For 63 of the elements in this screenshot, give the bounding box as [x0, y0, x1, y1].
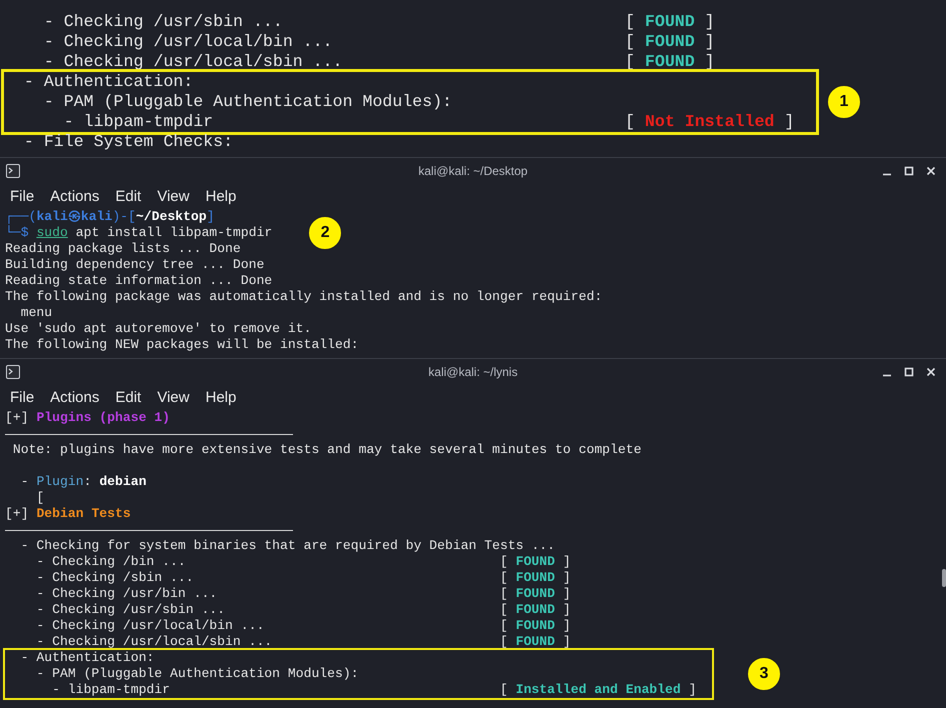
terminal-line: menu: [20, 305, 52, 321]
menu-item[interactable]: Actions: [42, 186, 108, 208]
terminal-line: - Checking /usr/local/sbin ...: [42, 52, 344, 72]
status-text: [ FOUND ]: [500, 634, 571, 650]
status-text: [ Not Installed ]: [625, 112, 794, 132]
close-icon[interactable]: [926, 367, 936, 377]
terminal-line: - Checking /usr/bin ...: [35, 586, 218, 602]
terminal-line: - File System Checks:: [22, 132, 234, 152]
window-title: kali@kali: ~/Desktop: [418, 164, 528, 178]
status-text: [ Installed and Enabled ]: [500, 682, 696, 698]
terminal-line: [+] Plugins (phase 1): [5, 410, 170, 426]
callout-number: 1: [827, 85, 861, 119]
status-text: [ FOUND ]: [500, 602, 571, 618]
callout-number: 3: [747, 657, 781, 691]
terminal-line: - libpam-tmpdir: [51, 682, 172, 698]
status-text: [ FOUND ]: [625, 12, 715, 32]
terminal-line: Use 'sudo apt autoremove' to remove it.: [5, 321, 312, 337]
status-text: [ FOUND ]: [500, 554, 571, 570]
menu-item[interactable]: File: [2, 186, 42, 208]
menu-item[interactable]: Edit: [107, 186, 150, 208]
terminal-line: - Authentication:: [22, 72, 194, 92]
window-title: kali@kali: ~/lynis: [428, 365, 518, 379]
status-text: [ FOUND ]: [625, 32, 715, 52]
close-icon[interactable]: [926, 166, 936, 176]
terminal-line: - Checking /usr/sbin ...: [35, 602, 226, 618]
terminal-line: The following NEW packages will be installed:: [5, 337, 359, 353]
terminal-line: - PAM (Pluggable Authentication Modules):: [35, 666, 359, 682]
terminal-line: - PAM (Pluggable Authentication Modules):: [42, 92, 452, 112]
terminal-line: Note: plugins have more extensive tests and may take several minutes to complete: [12, 442, 642, 458]
terminal-line: Reading package lists ... Done: [5, 241, 241, 257]
terminal-line: - Checking /bin ...: [35, 554, 187, 570]
terminal-line: The following package was automatically installed and is no longer required:: [5, 289, 602, 305]
terminal-line: - Checking /usr/local/bin ...: [35, 618, 266, 634]
terminal-line: Building dependency tree ... Done: [5, 257, 264, 273]
menu-item[interactable]: Help: [197, 186, 244, 208]
menu-item[interactable]: View: [149, 386, 198, 408]
menu-item[interactable]: View: [149, 186, 198, 208]
maximize-icon[interactable]: [904, 166, 914, 176]
terminal-line: - Checking for system binaries that are required by Debian Tests ...: [20, 538, 556, 554]
terminal-line: - libpam-tmpdir: [62, 112, 214, 132]
menu-item[interactable]: Edit: [107, 386, 150, 408]
terminal-line: [+] Debian Tests: [5, 506, 131, 522]
terminal-line: ┌──(kali㉿kali)-[~/Desktop]: [5, 209, 214, 225]
terminal-line: └─$ sudo apt install libpam-tmpdir: [5, 225, 272, 241]
status-text: [ FOUND ]: [500, 618, 571, 634]
terminal-line: Reading state information ... Done: [5, 273, 272, 289]
scrollbar-thumb[interactable]: [942, 569, 946, 587]
status-text: [ FOUND ]: [500, 586, 571, 602]
terminal-line: - Checking /usr/sbin ...: [42, 12, 284, 32]
terminal-icon[interactable]: [6, 365, 20, 379]
callout-number: 2: [308, 216, 342, 250]
terminal-line: - Checking /usr/local/bin ...: [42, 32, 334, 52]
terminal-line: - Checking /usr/local/sbin ...: [35, 634, 274, 650]
terminal-line: - Authentication:: [20, 650, 154, 666]
maximize-icon[interactable]: [904, 367, 914, 377]
menu-item[interactable]: File: [2, 386, 42, 408]
terminal-icon[interactable]: [6, 164, 20, 178]
menu-item[interactable]: Actions: [42, 386, 108, 408]
terminal-line: - Checking /sbin ...: [35, 570, 195, 586]
terminal-line: [: [35, 490, 44, 506]
terminal-line: - Plugin: debian: [20, 474, 146, 490]
menu-item[interactable]: Help: [197, 386, 244, 408]
status-text: [ FOUND ]: [500, 570, 571, 586]
